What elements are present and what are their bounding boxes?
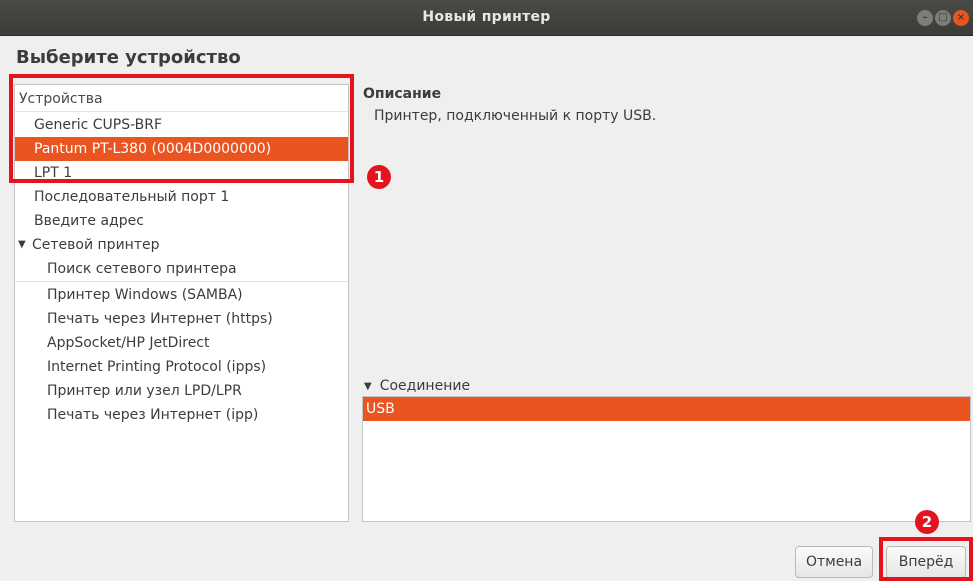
forward-button[interactable]: Вперёд: [886, 546, 966, 578]
network-printer-group[interactable]: ▼ Сетевой принтер: [15, 233, 348, 257]
window-title: Новый принтер: [422, 9, 551, 25]
connection-list: USB: [362, 396, 971, 522]
divider: [15, 111, 348, 112]
description-title: Описание: [363, 86, 442, 102]
step-badge: 2: [915, 510, 939, 534]
device-item[interactable]: LPT 1: [15, 161, 348, 185]
device-list-header: Устройства: [19, 91, 103, 107]
network-item[interactable]: Internet Printing Protocol (ipps): [15, 355, 348, 379]
network-item[interactable]: Принтер Windows (SAMBA): [15, 283, 348, 307]
close-icon[interactable]: ×: [953, 10, 969, 26]
divider: [15, 281, 348, 282]
device-list: Устройства Generic CUPS-BRF Pantum PT-L3…: [14, 84, 349, 522]
cancel-button[interactable]: Отмена: [795, 546, 873, 578]
description-text: Принтер, подключенный к порту USB.: [374, 108, 657, 124]
device-item[interactable]: Введите адрес: [15, 209, 348, 233]
device-item[interactable]: Generic CUPS-BRF: [15, 113, 348, 137]
device-item[interactable]: Последовательный порт 1: [15, 185, 348, 209]
connection-expander[interactable]: ▼ Соединение: [364, 378, 470, 394]
title-bar: Новый принтер – □ ×: [0, 0, 973, 36]
step-badge: 1: [367, 165, 391, 189]
connection-label: Соединение: [379, 378, 471, 394]
page-heading: Выберите устройство: [16, 47, 241, 68]
maximize-icon[interactable]: □: [935, 10, 951, 26]
expander-down-icon[interactable]: ▼: [364, 381, 372, 392]
network-item[interactable]: Печать через Интернет (https): [15, 307, 348, 331]
device-item-selected[interactable]: Pantum PT-L380 (0004D0000000): [15, 137, 348, 161]
network-item[interactable]: Поиск сетевого принтера: [15, 257, 348, 281]
expander-down-icon[interactable]: ▼: [18, 233, 26, 257]
network-item[interactable]: Печать через Интернет (ipp): [15, 403, 348, 427]
network-item[interactable]: Принтер или узел LPD/LPR: [15, 379, 348, 403]
minimize-icon[interactable]: –: [917, 10, 933, 26]
network-item[interactable]: AppSocket/HP JetDirect: [15, 331, 348, 355]
connection-item-selected[interactable]: USB: [363, 397, 970, 421]
